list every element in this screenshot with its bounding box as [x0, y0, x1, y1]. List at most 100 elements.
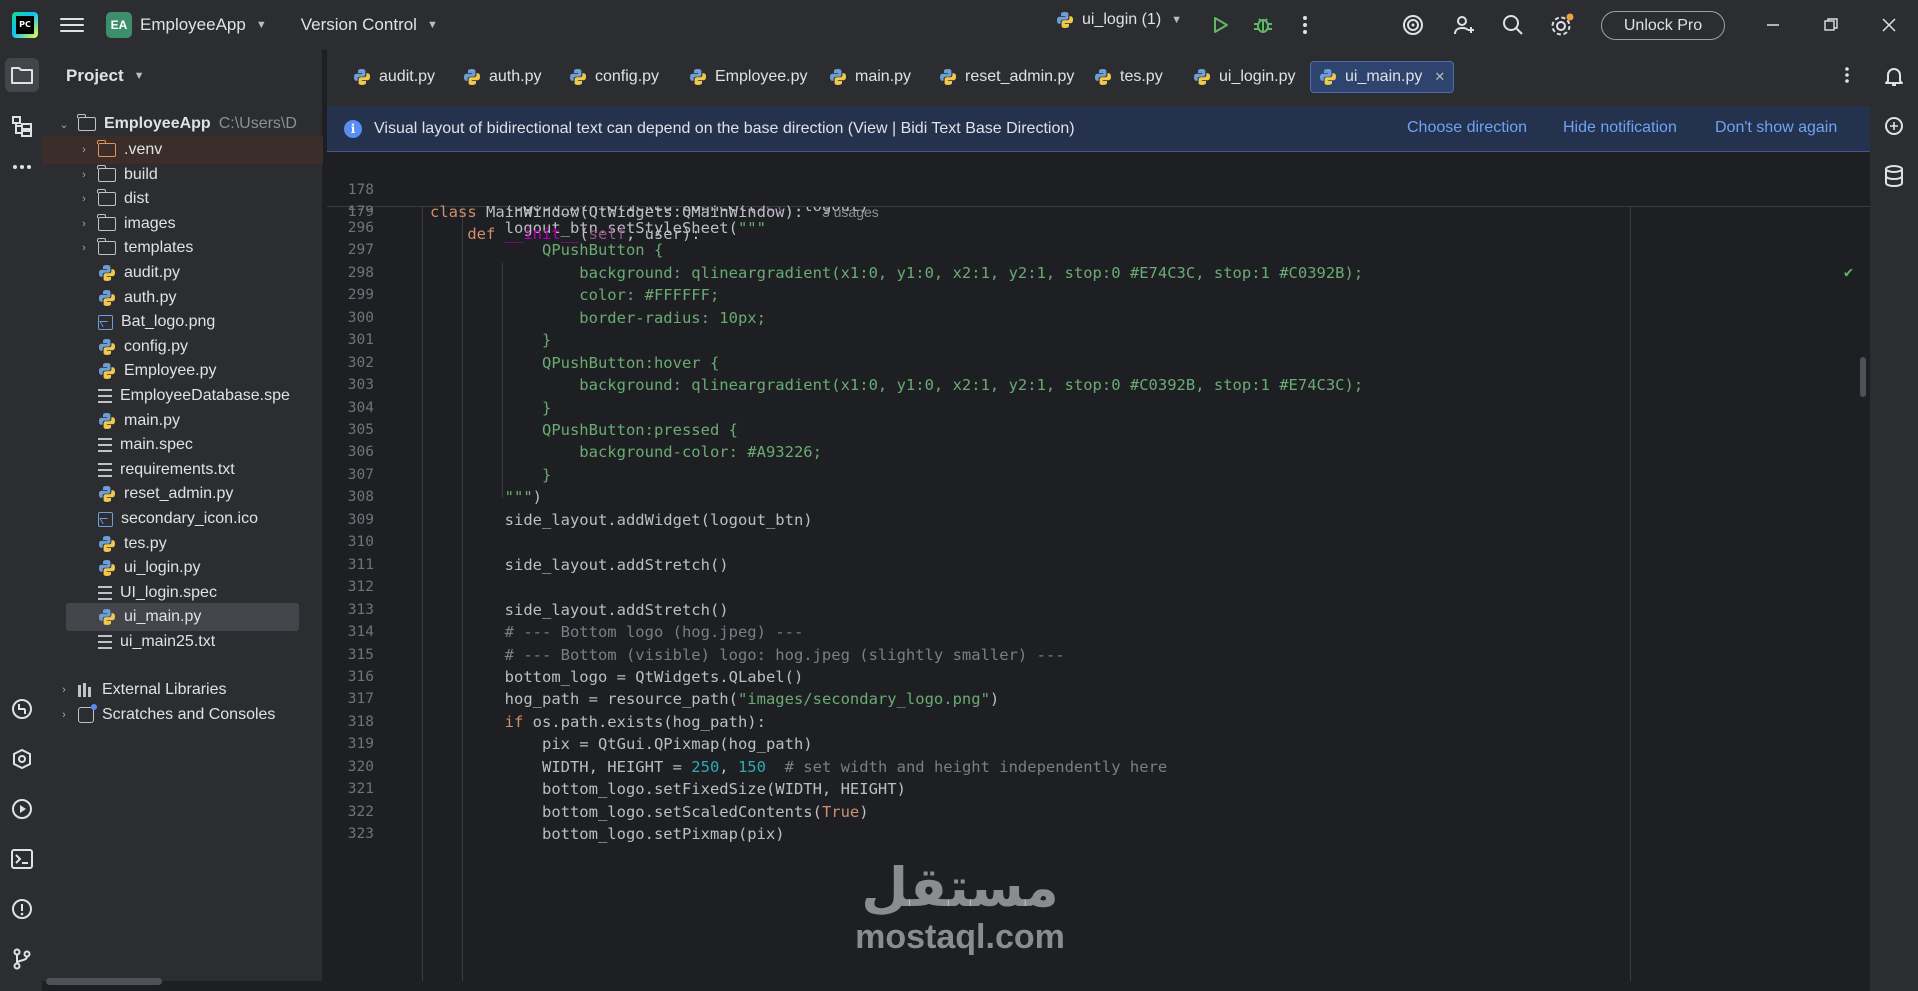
editor-tab[interactable]: auth.py [455, 61, 549, 93]
tree-item-label: ui_main.py [124, 608, 202, 626]
terminal-icon[interactable] [9, 846, 35, 872]
settings-gear-icon[interactable] [1547, 10, 1577, 40]
unlock-pro-button[interactable]: Unlock Pro [1601, 11, 1725, 40]
tree-item-label: reset_admin.py [124, 485, 234, 503]
close-window-icon[interactable] [1874, 10, 1904, 40]
tree-item-label: .venv [124, 141, 163, 158]
python-packages-icon[interactable] [9, 696, 35, 722]
line-number: 302 [347, 354, 374, 371]
tree-item-label: main.py [124, 411, 181, 429]
structure-icon[interactable] [9, 113, 35, 139]
code-text: side_layout.addStretch() [430, 555, 729, 574]
editor-tab[interactable]: audit.py [345, 61, 443, 93]
tree-item-label: EmployeeDatabase.spe [120, 387, 290, 404]
code-text: } [430, 331, 552, 350]
code-text: side_layout.addWidget(logout_btn) [430, 510, 813, 529]
line-number: 315 [347, 646, 374, 663]
code-text: bottom_logo.setFixedSize(WIDTH, HEIGHT) [430, 780, 906, 799]
editor-tab[interactable]: reset_admin.py [931, 61, 1082, 93]
project-panel: Project ▼ ⌄ EmployeeApp C:\Users\D › .ven… [42, 50, 323, 985]
tab-label: main.py [855, 68, 912, 85]
project-title-label: Project [66, 66, 124, 85]
project-tool-folder-icon[interactable] [9, 62, 35, 88]
tree-file[interactable]: ui_main25.txt [42, 628, 323, 656]
image-file-icon [98, 511, 113, 527]
python-file-icon [98, 559, 116, 577]
tree-item-label: requirements.txt [120, 460, 235, 478]
editor-tab[interactable]: ui_login.py [1185, 61, 1304, 93]
services-icon[interactable] [9, 746, 35, 772]
editor-tab[interactable]: Employee.py [681, 61, 816, 93]
code-line: 314 # --- Bottom logo (hog.jpeg) --- [327, 621, 1870, 643]
debug-icon[interactable] [1248, 10, 1278, 40]
minimize-icon[interactable] [1758, 10, 1788, 40]
run-icon[interactable] [1205, 10, 1235, 40]
editor-tab[interactable]: main.py [821, 61, 919, 93]
database-icon[interactable] [1881, 163, 1907, 189]
chevron-right-icon: › [82, 168, 86, 181]
code-text: QPushButton:hover { [430, 353, 720, 372]
project-selector[interactable]: EA EmployeeApp ▼ [106, 12, 267, 38]
scratches-label: Scratches and Consoles [102, 706, 276, 723]
sticky-scroll-header: 178 class MainWindow(QtWidgets.QMainWind… [327, 153, 1870, 243]
restore-icon[interactable] [1816, 10, 1846, 40]
tabs-more-icon[interactable] [1844, 66, 1850, 89]
tree-scratches[interactable]: › Scratches and Consoles [42, 701, 323, 729]
line-number: 307 [347, 466, 374, 483]
horizontal-scrollbar[interactable] [46, 978, 162, 985]
usages-hint[interactable]: 3 usages [822, 204, 879, 220]
code-text: background-color: #A93226; [430, 443, 822, 462]
add-user-icon[interactable] [1449, 10, 1479, 40]
tree-item-label: main.spec [120, 436, 193, 454]
python-file-icon [98, 289, 116, 307]
line-number: 301 [347, 332, 374, 349]
python-file-icon [98, 264, 116, 282]
code-line: 321 bottom_logo.setFixedSize(WIDTH, HEIG… [327, 778, 1870, 800]
more-actions-icon[interactable] [1290, 10, 1320, 40]
editor-tab[interactable]: config.py [561, 61, 667, 93]
code-editor[interactable]: 178 class MainWindow(QtWidgets.QMainWind… [327, 153, 1870, 981]
ai-assistant-icon[interactable] [1398, 10, 1428, 40]
project-panel-title[interactable]: Project ▼ [66, 66, 145, 86]
git-icon[interactable] [9, 946, 35, 972]
tab-label: Employee.py [715, 68, 808, 85]
code-line: 318 if os.path.exists(hog_path): [327, 711, 1870, 733]
hide-notification-link[interactable]: Hide notification [1563, 119, 1677, 137]
choose-direction-link[interactable]: Choose direction [1407, 119, 1527, 137]
line-number: 309 [347, 511, 374, 528]
pycharm-logo-icon[interactable]: PC [12, 12, 38, 38]
project-name: EmployeeApp [140, 15, 246, 34]
run-configuration-selector[interactable]: ui_login (1) ▼ [1056, 11, 1182, 29]
no-problems-check-icon[interactable]: ✔ [1844, 263, 1853, 281]
tree-item-label: Bat_logo.png [121, 313, 216, 331]
more-tools-icon[interactable] [9, 154, 35, 180]
problems-icon[interactable] [9, 896, 35, 922]
search-icon[interactable] [1498, 10, 1528, 40]
notifications-bell-icon[interactable] [1881, 63, 1907, 89]
code-text: background: qlineargradient(x1:0, y1:0, … [430, 263, 1364, 282]
version-control-menu[interactable]: Version Control ▼ [301, 15, 438, 35]
code-line: 302 QPushButton:hover { [327, 352, 1870, 374]
folder-icon [77, 114, 96, 131]
dont-show-again-link[interactable]: Don't show again [1715, 119, 1837, 137]
chevron-right-icon: › [82, 242, 86, 255]
python-file-icon [98, 485, 116, 503]
code-line: 305 QPushButton:pressed { [327, 419, 1870, 441]
version-control-label: Version Control [300, 15, 417, 34]
editor-tab[interactable]: tes.py [1086, 61, 1171, 93]
folder-icon [97, 164, 116, 182]
ai-chat-icon[interactable] [1881, 113, 1907, 139]
code-line: 303 background: qlineargradient(x1:0, y1… [327, 374, 1870, 396]
tree-root[interactable]: ⌄ EmployeeApp C:\Users\D [42, 110, 323, 138]
code-line: 301 } [327, 329, 1870, 351]
editor-tab[interactable]: ui_main.py ✕ [1310, 61, 1455, 93]
line-number: 303 [347, 377, 374, 394]
main-menu-icon[interactable] [60, 18, 84, 32]
tree-item-label: build [124, 165, 158, 183]
python-file-icon [939, 68, 957, 86]
close-tab-icon[interactable]: ✕ [1434, 69, 1445, 85]
run-tool-icon[interactable] [9, 796, 35, 822]
code-text: background: qlineargradient(x1:0, y1:0, … [430, 376, 1364, 395]
title-bar: PC EA EmployeeApp ▼ Version Control ▼ ui… [0, 0, 1918, 50]
tree-external-libraries[interactable]: › External Libraries [42, 676, 323, 704]
